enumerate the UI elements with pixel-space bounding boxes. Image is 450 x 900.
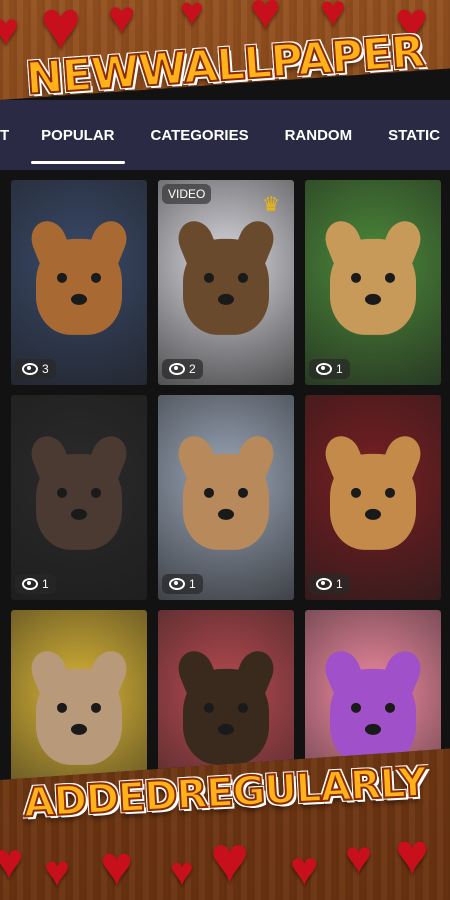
heart-icon: ♥ [170, 850, 194, 894]
dog-image [172, 215, 280, 335]
dog-image [172, 430, 280, 550]
dog-image [25, 215, 133, 335]
heart-icon: ♥ [100, 834, 134, 897]
heart-icon: ♥ [345, 831, 373, 883]
tab-partial[interactable]: T [0, 100, 23, 170]
crown-icon: ♛ [262, 194, 280, 216]
wallpaper-tile[interactable]: 3 [11, 180, 147, 385]
heart-icon: ♥ [0, 833, 24, 889]
heart-icon: ♥ [210, 822, 250, 896]
heart-icon: ♥ [0, 3, 20, 55]
dog-image [25, 645, 133, 765]
dog-image [319, 645, 427, 765]
heart-icon: ♥ [250, 0, 281, 41]
app-screen: T POPULAR CATEGORIES RANDOM STATIC 3 VID… [0, 68, 450, 780]
eye-icon [22, 578, 38, 590]
wallpaper-grid: 3 VIDEO ♛ 2 1 1 1 1 [0, 170, 450, 780]
view-count-badge: 1 [309, 359, 350, 379]
wallpaper-tile[interactable]: 1 [305, 395, 441, 600]
heart-icon: ♥ [290, 843, 319, 896]
view-count-badge: 3 [15, 359, 56, 379]
eye-icon [169, 578, 185, 590]
dog-image [172, 645, 280, 765]
heart-icon: ♥ [395, 822, 430, 887]
eye-icon [169, 363, 185, 375]
view-count-badge: 1 [162, 574, 203, 594]
wallpaper-tile[interactable]: 1 [158, 395, 294, 600]
eye-icon [22, 363, 38, 375]
eye-icon [316, 578, 332, 590]
dog-image [25, 430, 133, 550]
wallpaper-tile[interactable]: 1 [305, 180, 441, 385]
tab-popular[interactable]: POPULAR [23, 100, 132, 170]
video-badge: VIDEO [162, 184, 212, 204]
view-count-badge: 2 [162, 359, 203, 379]
heart-icon: ♥ [320, 0, 347, 36]
heart-icon: ♥ [44, 847, 71, 896]
wallpaper-tile[interactable] [158, 610, 294, 780]
view-count-badge: 1 [309, 574, 350, 594]
tab-categories[interactable]: CATEGORIES [133, 100, 267, 170]
eye-icon [316, 363, 332, 375]
view-count-badge: 1 [15, 574, 56, 594]
wallpaper-tile[interactable]: VIDEO ♛ 2 [158, 180, 294, 385]
tab-bar: T POPULAR CATEGORIES RANDOM STATIC [0, 100, 450, 170]
dog-image [319, 215, 427, 335]
heart-icon: ♥ [180, 0, 204, 34]
tab-static[interactable]: STATIC [370, 100, 450, 170]
heart-icon: ♥ [108, 0, 136, 43]
tab-random[interactable]: RANDOM [267, 100, 371, 170]
wallpaper-tile[interactable] [11, 610, 147, 780]
dog-image [319, 430, 427, 550]
wallpaper-tile[interactable]: 1 [11, 395, 147, 600]
